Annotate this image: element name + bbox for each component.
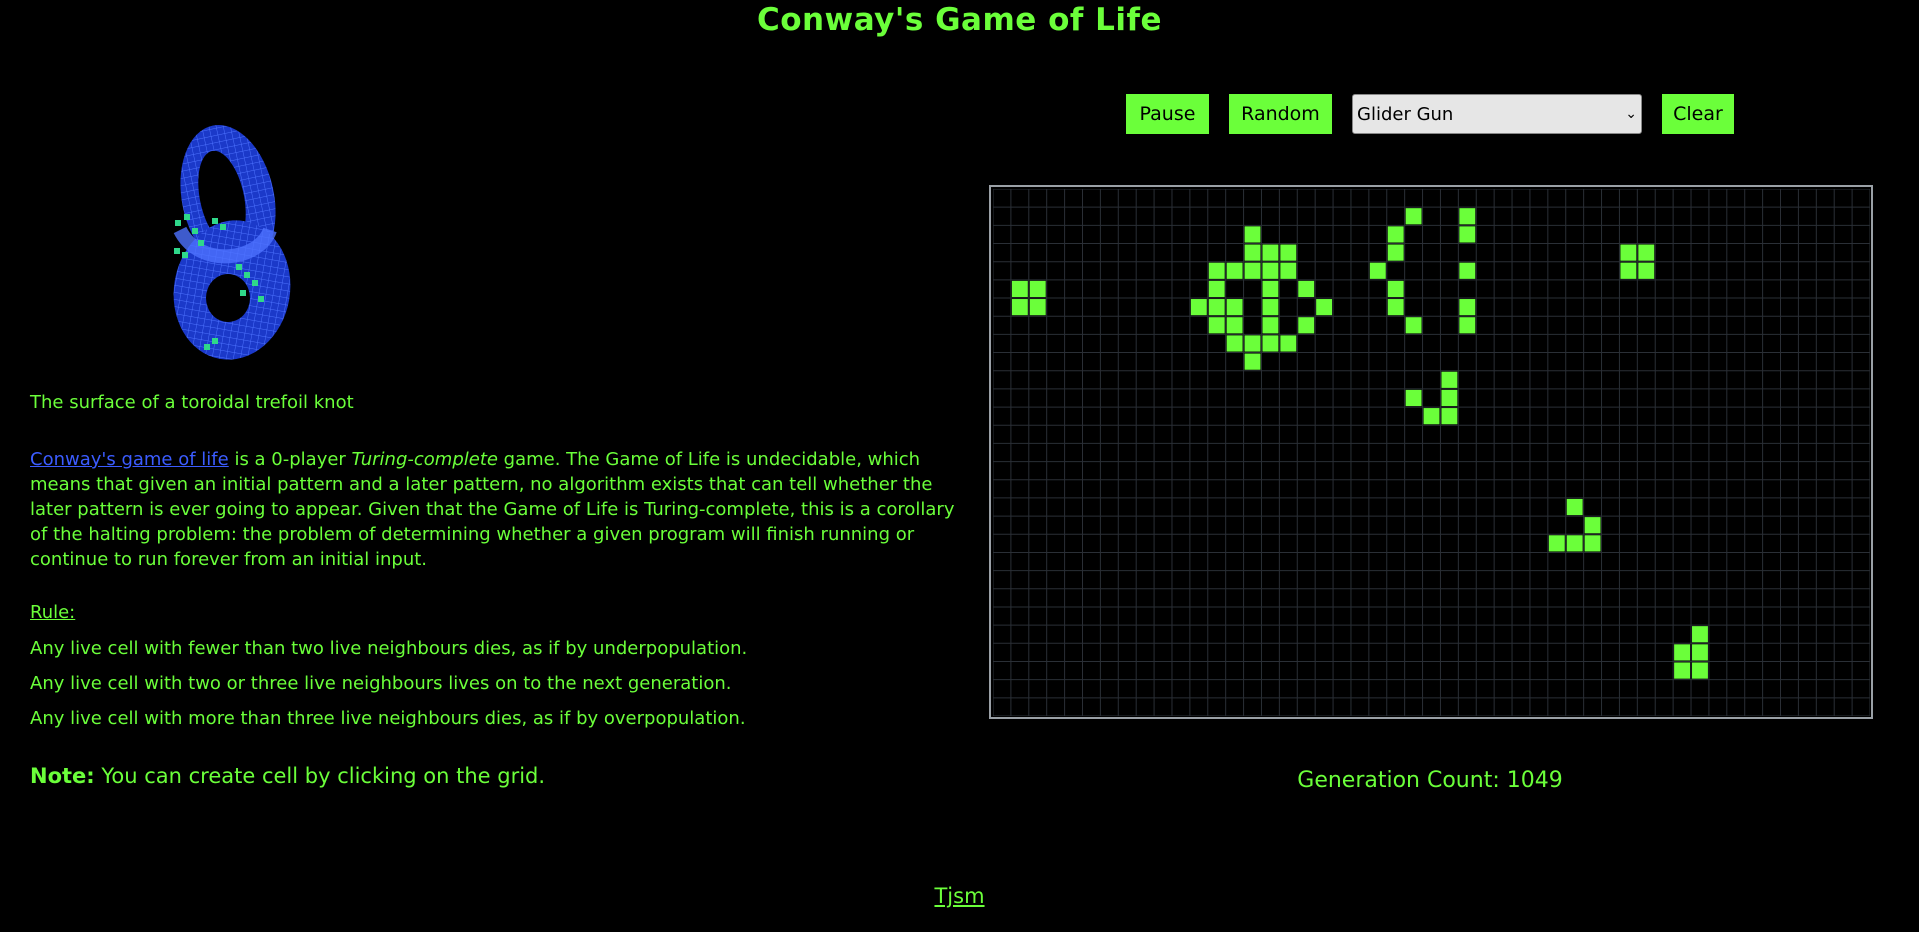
live-cell[interactable] (1441, 371, 1458, 388)
live-cell[interactable] (1226, 317, 1243, 334)
live-cell[interactable] (1190, 299, 1207, 316)
live-cell[interactable] (1620, 244, 1637, 261)
live-cell[interactable] (1566, 498, 1583, 516)
live-cell[interactable] (1262, 317, 1279, 334)
live-cell[interactable] (1387, 244, 1404, 261)
life-grid-frame (989, 185, 1873, 719)
live-cell[interactable] (1011, 299, 1028, 316)
desc-text-1: is a 0-player (228, 449, 352, 470)
live-cell[interactable] (1459, 262, 1476, 279)
live-cell[interactable] (1441, 408, 1458, 425)
live-cell[interactable] (1226, 335, 1243, 352)
live-cell[interactable] (1244, 244, 1261, 261)
live-cell[interactable] (1387, 299, 1404, 316)
live-cell[interactable] (1405, 208, 1422, 225)
live-cell[interactable] (1638, 262, 1655, 279)
live-cell[interactable] (1262, 244, 1279, 261)
live-cell[interactable] (1262, 280, 1279, 298)
live-cell[interactable] (1262, 299, 1279, 316)
live-cell[interactable] (1226, 299, 1243, 316)
live-cell[interactable] (1674, 644, 1691, 661)
generation-count: Generation Count: 1049 (1297, 768, 1563, 793)
knot-caption: The surface of a toroidal trefoil knot (30, 392, 354, 413)
live-cell[interactable] (1298, 280, 1315, 298)
clear-button[interactable]: Clear (1662, 94, 1734, 134)
live-cell[interactable] (1692, 644, 1708, 661)
live-cell[interactable] (1459, 299, 1476, 316)
live-cell[interactable] (1262, 262, 1279, 279)
page-title: Conway's Game of Life (756, 2, 1163, 38)
rule-heading: Rule: (30, 602, 76, 623)
live-cell[interactable] (1459, 317, 1476, 334)
live-cell[interactable] (1423, 408, 1440, 425)
rule-2: Any live cell with two or three live nei… (30, 673, 732, 694)
live-cell[interactable] (1011, 280, 1028, 298)
live-cell[interactable] (1280, 244, 1297, 261)
live-cell[interactable] (1262, 335, 1279, 352)
game-description: Conway's game of life is a 0-player Turi… (30, 447, 960, 572)
live-cell[interactable] (1029, 280, 1046, 298)
desc-italic: Turing-complete (351, 449, 498, 470)
live-cell[interactable] (1280, 335, 1297, 352)
live-cell[interactable] (1692, 626, 1708, 643)
note-label: Note: (30, 764, 95, 788)
live-cell[interactable] (1548, 535, 1565, 552)
live-cell[interactable] (1244, 335, 1261, 352)
live-cell[interactable] (1620, 262, 1637, 279)
footer-author-link[interactable]: Tjsm (934, 884, 984, 908)
live-cell[interactable] (1441, 389, 1458, 407)
live-cell[interactable] (1244, 353, 1261, 370)
live-cell[interactable] (1298, 317, 1315, 334)
live-cell[interactable] (1280, 262, 1297, 279)
trefoil-knot-image (173, 124, 291, 360)
live-cell[interactable] (1208, 280, 1225, 298)
live-cell[interactable] (1459, 226, 1476, 243)
live-cell[interactable] (1208, 262, 1225, 279)
live-cell[interactable] (1584, 535, 1601, 552)
live-cell[interactable] (1208, 299, 1225, 316)
life-grid[interactable] (993, 189, 1870, 716)
rule-3: Any live cell with more than three live … (30, 708, 746, 729)
live-cell[interactable] (1369, 262, 1386, 279)
live-cell[interactable] (1584, 517, 1601, 534)
live-cell[interactable] (1244, 262, 1261, 279)
random-button[interactable]: Random (1229, 94, 1332, 134)
game-of-life-link[interactable]: Conway's game of life (30, 449, 229, 470)
live-cell[interactable] (1674, 662, 1691, 679)
chevron-down-icon: ⌄ (1625, 106, 1637, 122)
live-cell[interactable] (1387, 226, 1404, 243)
live-cell[interactable] (1226, 262, 1243, 279)
note: Note: You can create cell by clicking on… (30, 764, 545, 788)
live-cell[interactable] (1692, 662, 1708, 679)
live-cell[interactable] (1208, 317, 1225, 334)
live-cell[interactable] (1459, 208, 1476, 225)
rule-1: Any live cell with fewer than two live n… (30, 638, 748, 659)
footer: Tjsm (0, 884, 1919, 908)
live-cell[interactable] (1405, 389, 1422, 407)
live-cell[interactable] (1316, 299, 1333, 316)
live-cell[interactable] (1405, 317, 1422, 334)
live-cell[interactable] (1029, 299, 1046, 316)
pattern-select-value: Glider Gun (1357, 103, 1454, 125)
note-text: You can create cell by clicking on the g… (94, 764, 546, 788)
pause-button[interactable]: Pause (1126, 94, 1209, 134)
live-cell[interactable] (1244, 226, 1261, 243)
live-cell[interactable] (1566, 535, 1583, 552)
live-cell[interactable] (1638, 244, 1655, 261)
pattern-select[interactable]: Glider Gun ⌄ (1352, 94, 1642, 134)
live-cell[interactable] (1387, 280, 1404, 298)
